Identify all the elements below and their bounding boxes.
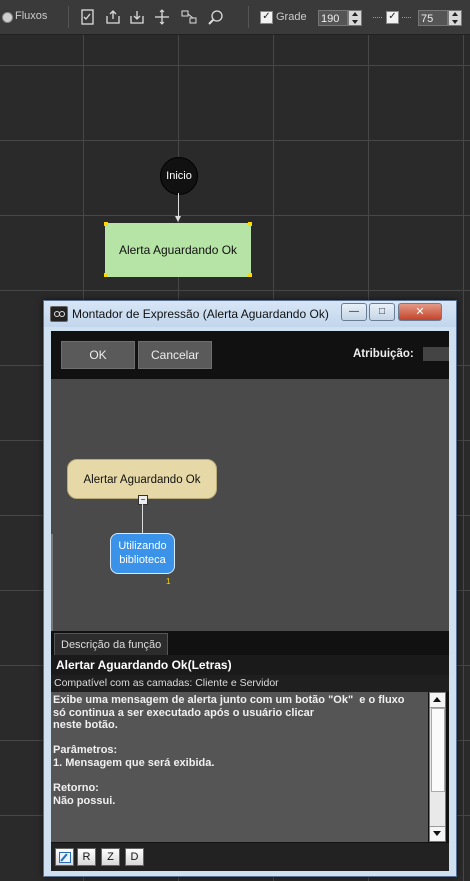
expression-connector [142,504,143,534]
fluxos-label: Fluxos [15,10,48,22]
function-signature: Alertar Aguardando Ok(Letras) [56,658,232,672]
tab-function-description[interactable]: Descrição da função [54,633,169,655]
scroll-up-arrow-icon[interactable] [430,693,445,708]
grade-checkbox[interactable]: ✓ [260,11,273,24]
description-text-box[interactable]: Exibe uma mensagem de alerta junto com u… [51,692,428,842]
expression-area[interactable]: Alertar Aguardando Ok − Utilizando bibli… [51,379,449,664]
collapse-toggle[interactable]: − [138,495,148,505]
parameter-node[interactable]: Utilizando biblioteca [110,533,175,574]
description-toolbar: R Z D [51,843,449,871]
top-toolbar: Fluxos ✓ Grade 190 ····· ✓ ····· 75 [0,0,470,35]
parameter-index: 1 [166,577,171,586]
scroll-down-arrow-icon[interactable] [430,826,445,841]
dialog-title: Montador de Expressão (Alerta Aguardando… [72,307,329,321]
close-button[interactable]: ✕ [398,303,442,321]
second-value-input[interactable]: 75 [418,10,448,26]
expression-builder-dialog: Montador de Expressão (Alerta Aguardando… [43,300,457,877]
second-spinner[interactable] [448,10,462,26]
r-button[interactable]: R [77,848,96,866]
z-button[interactable]: Z [101,848,120,866]
dialog-action-bar: OK Cancelar Atribuição: [51,331,449,377]
align-tool-icon[interactable] [180,8,198,26]
description-tab-bar: Descrição da função [51,631,449,655]
d-button[interactable]: D [125,848,144,866]
dialog-title-bar[interactable]: Montador de Expressão (Alerta Aguardando… [44,301,456,327]
function-node[interactable]: Alertar Aguardando Ok [67,459,217,499]
ok-button[interactable]: OK [61,341,135,369]
zoom-search-icon[interactable] [207,8,225,26]
compatibility-text: Compatível com as camadas: Cliente e Ser… [54,677,279,689]
selection-handle[interactable] [104,222,108,226]
toolbar-separator [248,6,249,28]
fluxos-radio[interactable] [2,12,13,23]
attribution-field[interactable] [423,347,449,361]
maximize-button[interactable]: □ [369,303,395,321]
grade-spinner[interactable] [348,10,362,26]
flow-arrowhead [175,216,181,222]
export-icon[interactable] [104,8,122,26]
cancel-button[interactable]: Cancelar [138,341,212,369]
dots-separator: ····· [401,12,412,22]
grade-value-input[interactable]: 190 [318,10,348,26]
minimize-button[interactable]: — [341,303,367,321]
toolbar-separator [68,6,69,28]
import-icon[interactable] [128,8,146,26]
second-checkbox[interactable]: ✓ [386,11,399,24]
edit-icon[interactable] [55,848,74,866]
move-arrows-icon[interactable] [153,8,171,26]
app-icon [50,306,68,322]
dots-separator: ····· [372,12,383,22]
compatibility-row: Compatível com as camadas: Cliente e Ser… [51,675,449,692]
description-text: Exibe uma mensagem de alerta junto com u… [53,694,405,807]
selection-handle[interactable] [104,273,108,277]
dialog-body: OK Cancelar Atribuição: Alertar Aguardan… [51,331,449,871]
alert-node[interactable]: Alerta Aguardando Ok [105,223,251,277]
scroll-thumb[interactable] [431,708,445,792]
start-node[interactable]: Inicio [160,157,198,195]
document-check-icon[interactable] [79,8,97,26]
description-scrollbar[interactable] [429,692,446,842]
description-header: Alertar Aguardando Ok(Letras) [51,655,449,675]
selection-handle[interactable] [248,273,252,277]
selection-handle[interactable] [248,222,252,226]
attribution-label: Atribuição: [353,348,414,360]
grade-label: Grade [276,11,307,23]
